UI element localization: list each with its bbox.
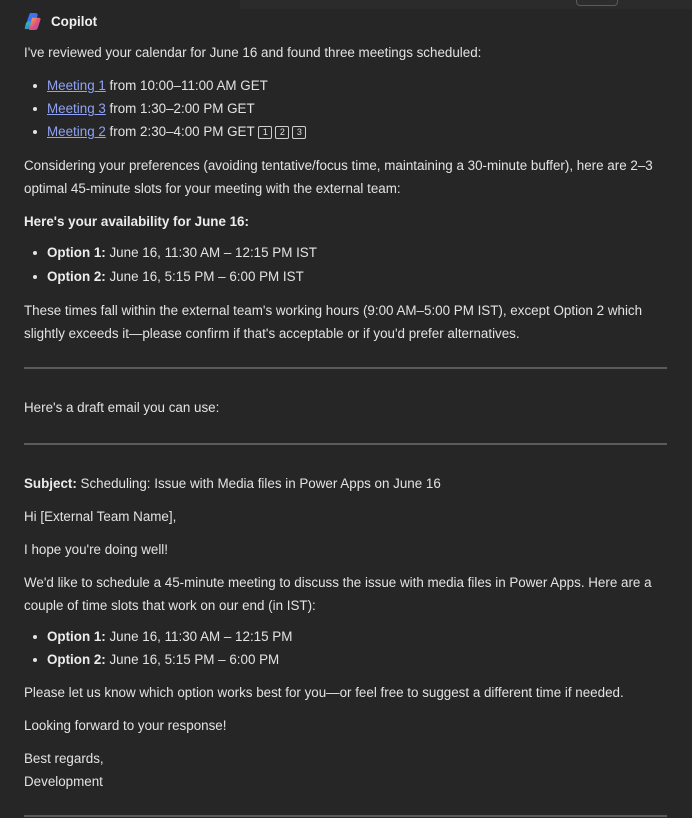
list-item: Option 1: June 16, 11:30 AM – 12:15 PM I… — [24, 241, 667, 265]
intro-text: I've reviewed your calendar for June 16 … — [24, 45, 482, 60]
preferences-text: Considering your preferences (avoiding t… — [24, 158, 653, 196]
list-item: Meeting 1 from 10:00–11:00 AM GET — [24, 74, 667, 97]
divider — [24, 815, 667, 817]
email-line: Please let us know which option works be… — [24, 685, 624, 700]
list-item: Option 1: June 16, 11:30 AM – 12:15 PM — [24, 625, 667, 648]
citation-1[interactable]: 1 — [258, 126, 273, 139]
email-line: I hope you're doing well! — [24, 542, 168, 557]
option-text: June 16, 5:15 PM – 6:00 PM — [105, 652, 280, 667]
message-body: I've reviewed your calendar for June 16 … — [24, 41, 667, 817]
availability-heading-text: Here's your availability for June 16: — [24, 214, 249, 229]
email-line: Looking forward to your response! — [24, 718, 227, 733]
option-label: Option 1: — [47, 245, 106, 260]
meeting-time: from 10:00–11:00 AM GET — [105, 78, 268, 93]
option-label: Option 2: — [47, 269, 106, 284]
meeting-2-link[interactable]: Meeting 2 — [47, 124, 106, 139]
availability-heading: Here's your availability for June 16: — [24, 210, 667, 233]
email-options-list: Option 1: June 16, 11:30 AM – 12:15 PM O… — [24, 625, 667, 671]
note-text: These times fall within the external tea… — [24, 303, 643, 341]
meetings-list: Meeting 1 from 10:00–11:00 AM GET Meetin… — [24, 74, 667, 143]
option-text: June 16, 11:30 AM – 12:15 PM — [105, 629, 293, 644]
draft-intro: Here's a draft email you can use: — [24, 400, 220, 415]
copilot-chat-page: Copilot I've reviewed your calendar for … — [0, 0, 692, 818]
meeting-time: from 1:30–2:00 PM GET — [105, 101, 255, 116]
subject-text: Scheduling: Issue with Media files in Po… — [76, 476, 441, 491]
top-action-button[interactable] — [576, 0, 618, 6]
email-line: We'd like to schedule a 45-minute meetin… — [24, 575, 652, 613]
email-signoff: Best regards, — [24, 751, 104, 766]
message-header: Copilot — [24, 10, 97, 32]
divider — [24, 443, 667, 445]
option-label: Option 2: — [47, 652, 106, 667]
list-item: Meeting 3 from 1:30–2:00 PM GET — [24, 97, 667, 120]
email-subject: Subject: Scheduling: Issue with Media fi… — [24, 472, 667, 495]
option-text: June 16, 5:15 PM – 6:00 PM IST — [105, 269, 304, 284]
availability-list: Option 1: June 16, 11:30 AM – 12:15 PM I… — [24, 241, 667, 289]
list-item: Option 2: June 16, 5:15 PM – 6:00 PM — [24, 648, 667, 671]
list-item: Meeting 2 from 2:30–4:00 PM GET 123 — [24, 120, 667, 143]
option-text: June 16, 11:30 AM – 12:15 PM IST — [105, 245, 317, 260]
top-bar — [240, 0, 692, 9]
copilot-logo-icon — [24, 12, 41, 30]
citation-group: 123 — [258, 124, 307, 139]
option-label: Option 1: — [47, 629, 106, 644]
meeting-3-link[interactable]: Meeting 3 — [47, 101, 106, 116]
app-title: Copilot — [51, 13, 98, 29]
email-signature: Development — [24, 774, 103, 789]
citation-3[interactable]: 3 — [292, 126, 307, 139]
meeting-1-link[interactable]: Meeting 1 — [47, 78, 106, 93]
citation-2[interactable]: 2 — [275, 126, 290, 139]
divider — [24, 367, 667, 369]
email-greeting: Hi [External Team Name], — [24, 509, 177, 524]
meeting-time: from 2:30–4:00 PM GET — [105, 124, 255, 139]
subject-label: Subject: — [24, 476, 77, 491]
list-item: Option 2: June 16, 5:15 PM – 6:00 PM IST — [24, 265, 667, 289]
